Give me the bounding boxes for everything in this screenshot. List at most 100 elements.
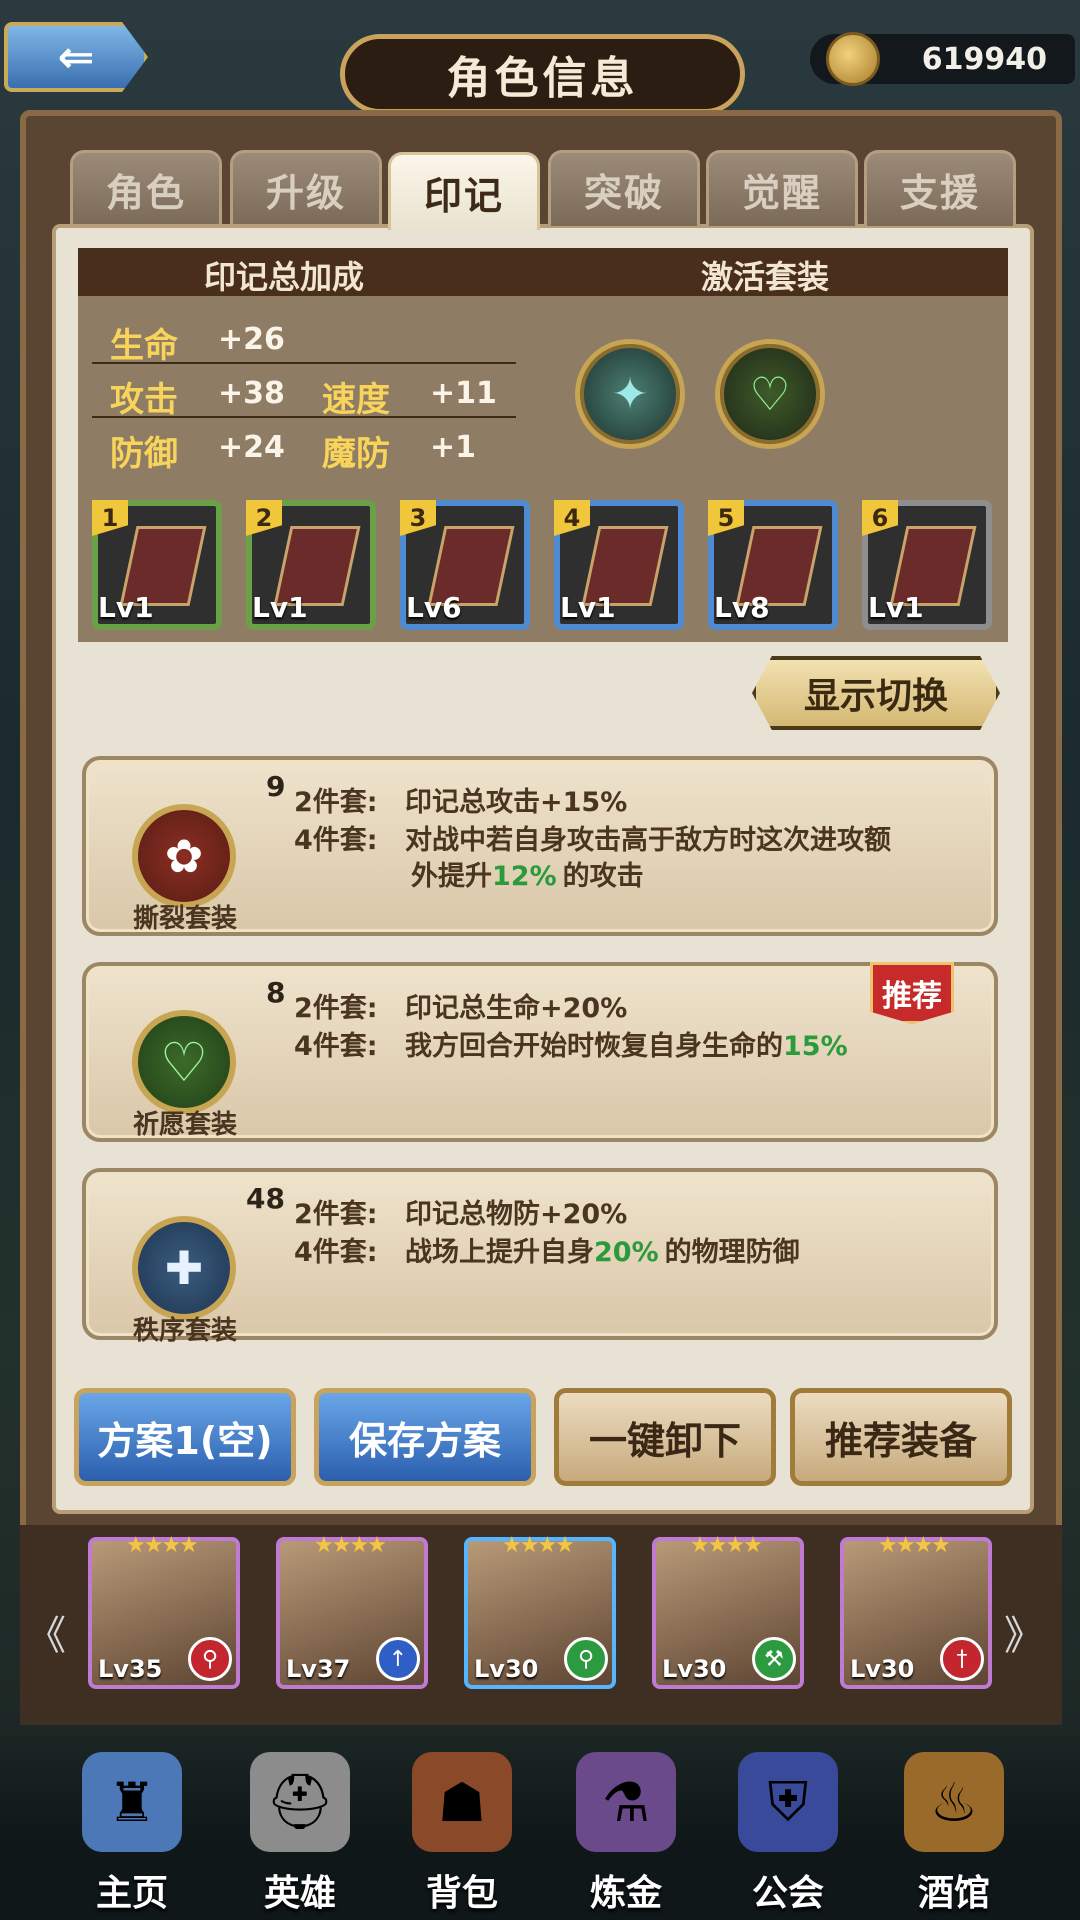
stars-icon: ★★★★ [314,1533,387,1558]
hero-level: Lv37 [286,1655,351,1683]
hero-level: Lv35 [98,1655,163,1683]
next-hero-arrow-icon[interactable]: 》 [1004,1603,1044,1661]
back-arrow-icon: ⇐ [57,31,95,83]
tab-awaken[interactable]: 觉醒 [706,150,858,226]
bonus-tier-label: 4件套: [294,1031,378,1062]
mark-slot-5[interactable]: 5 Lv8 [708,500,838,630]
bonus-tier-label: 2件套: [294,787,378,818]
bonus-highlight: 12% [492,861,557,892]
nav-guild[interactable]: ⛨ 公会 [722,1752,854,1914]
nav-tavern[interactable]: ♨ 酒馆 [888,1752,1020,1914]
flask-icon: ⚗ [576,1752,676,1852]
hp-label: 生命 [110,326,178,366]
slot-level: Lv1 [98,591,154,624]
beer-mug-icon: ♨ [904,1752,1004,1852]
slot-number: 4 [554,500,590,536]
def-label: 防御 [110,434,178,474]
gold-coin-icon [826,32,880,86]
set-name: 撕裂套装 [132,904,237,934]
bonus-text: 战场上提升自身 [405,1237,594,1268]
mdef-label: 魔防 [322,434,390,474]
mdef-value: +1 [430,430,477,465]
bonus-text: 的攻击 [562,861,644,892]
save-plan-button[interactable]: 保存方案 [314,1388,536,1486]
stars-icon: ★★★★ [126,1533,199,1558]
mark-slot-1[interactable]: 1 Lv1 [92,500,222,630]
set-bonus-4-cont: 外提升12% 的攻击 [411,854,644,893]
recommend-equip-button[interactable]: 推荐装备 [790,1388,1012,1486]
hero-level: Lv30 [474,1655,539,1683]
page-title: 角色信息 [340,34,745,114]
set-count: 8 [266,976,286,1009]
mark-slot-3[interactable]: 3 Lv6 [400,500,530,630]
sword-icon: † [940,1637,984,1681]
tab-character[interactable]: 角色 [70,150,222,226]
hero-card-2[interactable]: ★★★★ Lv37 ↑ [276,1533,428,1689]
heart-icon: ♡ [132,1010,236,1114]
set-bonus-2: 2件套: 印记总物防+20% [294,1192,627,1231]
tab-support[interactable]: 支援 [864,150,1016,226]
plan-button[interactable]: 方案1(空) [74,1388,296,1486]
nav-heroes[interactable]: ⛑ 英雄 [234,1752,366,1914]
staff-icon: ⚲ [564,1637,608,1681]
spd-value: +11 [430,376,497,411]
hero-card-3-selected[interactable]: ★★★★ Lv30 ⚲ [464,1533,616,1689]
set-bonus-2: 2件套: 印记总生命+20% [294,986,627,1025]
nav-home[interactable]: ♜ 主页 [66,1752,198,1914]
hero-card-1[interactable]: ★★★★ Lv35 ⚲ [88,1533,240,1689]
axe-icon: ⚒ [752,1637,796,1681]
slot-level: Lv6 [406,591,462,624]
bonus-text: 的物理防御 [664,1237,800,1268]
nav-label: 炼金 [589,1873,662,1914]
prev-hero-arrow-icon[interactable]: 《 [26,1603,66,1661]
mark-slot-2[interactable]: 2 Lv1 [246,500,376,630]
back-button[interactable]: ⇐ [4,22,148,92]
divider [92,362,516,364]
bonus-highlight: 15% [783,1031,848,1062]
set-card-order[interactable]: ✚ 秩序套装 48 2件套: 印记总物防+20% 4件套: 战场上提升自身20%… [82,1168,998,1346]
def-value: +24 [218,430,285,465]
set-bonus-4: 4件套: 对战中若自身攻击高于敌方时这次进攻额 [294,818,891,857]
active-set-prayer-icon[interactable]: ♡ [715,339,825,449]
bonus-tier-label: 4件套: [294,1237,378,1268]
bonus-tier-label: 4件套: [294,825,378,856]
helmet-icon: ⛑ [250,1752,350,1852]
stars-icon: ★★★★ [502,1533,575,1558]
bonus-text: 印记总生命+20% [405,993,628,1024]
hero-level: Lv30 [850,1655,915,1683]
total-bonus-heading: 印记总加成 [204,258,365,296]
nav-label: 酒馆 [917,1873,990,1914]
coin-amount: 619940 [921,41,1047,77]
recommend-badge: 推荐 [870,962,954,1024]
tab-breakthrough[interactable]: 突破 [548,150,700,226]
hero-card-5[interactable]: ★★★★ Lv30 † [840,1533,992,1689]
bonus-text: 外提升 [411,861,492,892]
hero-level: Lv30 [662,1655,727,1683]
set-card-prayer[interactable]: ♡ 祈愿套装 8 2件套: 印记总生命+20% 4件套: 我方回合开始时恢复自身… [82,962,998,1142]
slot-level: Lv8 [714,591,770,624]
hero-card-4[interactable]: ★★★★ Lv30 ⚒ [652,1533,804,1689]
spd-label: 速度 [322,380,390,420]
mark-slot-4[interactable]: 4 Lv1 [554,500,684,630]
set-bonus-2: 2件套: 印记总攻击+15% [294,780,627,819]
active-sets-heading: 激活套装 [701,258,830,296]
unequip-all-button[interactable]: 一键卸下 [554,1388,776,1486]
slot-number: 2 [246,500,282,536]
set-bonus-4: 4件套: 战场上提升自身20% 的物理防御 [294,1230,800,1269]
tab-upgrade[interactable]: 升级 [230,150,382,226]
tab-marks[interactable]: 印记 [388,152,540,230]
bonus-text: 对战中若自身攻击高于敌方时这次进攻额 [405,825,891,856]
mark-slot-6[interactable]: 6 Lv1 [862,500,992,630]
active-set-tear-icon[interactable]: ✦ [575,339,685,449]
bonus-text: 我方回合开始时恢复自身生命的 [405,1031,783,1062]
guild-shield-icon: ⛨ [738,1752,838,1852]
nav-alchemy[interactable]: ⚗ 炼金 [560,1752,692,1914]
hp-value: +26 [218,322,285,357]
display-toggle-button[interactable]: 显示切换 [752,656,1000,730]
nav-bag[interactable]: ☗ 背包 [396,1752,528,1914]
shield-icon: ✚ [132,1216,236,1320]
bonus-text: 印记总攻击+15% [405,787,628,818]
set-card-tear[interactable]: ✿ 撕裂套装 9 2件套: 印记总攻击+15% 4件套: 对战中若自身攻击高于敌… [82,756,998,936]
slot-number: 1 [92,500,128,536]
nav-label: 公会 [751,1873,824,1914]
